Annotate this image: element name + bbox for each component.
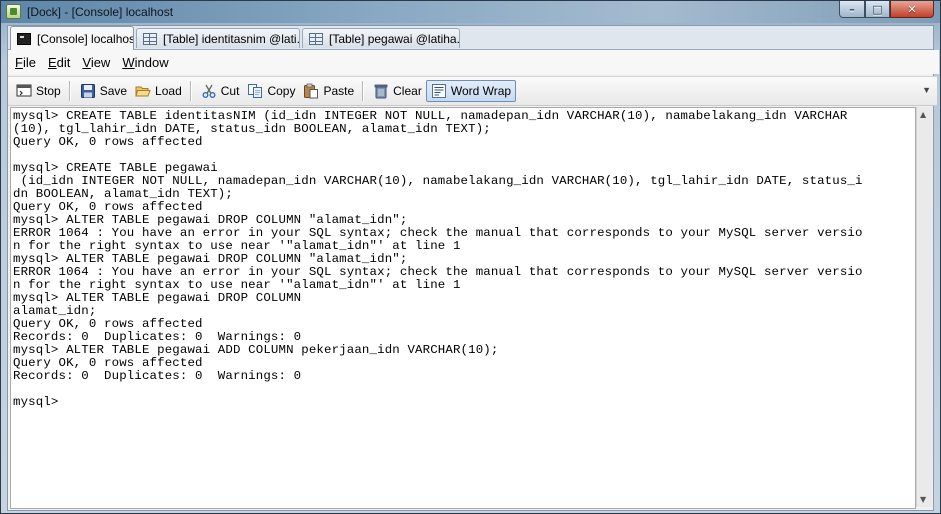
vertical-scrollbar[interactable]: ▲ ▼ (916, 107, 932, 507)
load-label: Load (155, 84, 182, 98)
scroll-down-arrow-icon[interactable]: ▼ (920, 495, 926, 504)
toolbar: Stop Save Load Cut Copy Paste Clear Word… (8, 76, 937, 106)
menu-view[interactable]: View (81, 53, 111, 72)
menu-bar: File Edit View Window (8, 50, 939, 74)
window-frame: [Dock] - [Console] localhost – □ ✕ [Cons… (0, 0, 941, 514)
paste-button[interactable]: Paste (299, 80, 358, 102)
word-wrap-toggle[interactable]: Word Wrap (425, 80, 517, 102)
stop-button[interactable]: Stop (12, 80, 65, 102)
minimize-button[interactable]: – (839, 1, 865, 18)
tab-table-identitasnim[interactable]: [Table] identitasnim @lati... (136, 28, 300, 48)
console-text: mysql> CREATE TABLE identitasNIM (id_idn… (13, 109, 863, 409)
menu-file[interactable]: File (14, 53, 37, 72)
word-wrap-icon (431, 84, 446, 98)
menu-edit[interactable]: Edit (47, 53, 71, 72)
trash-can-icon (374, 84, 388, 99)
dock-client-area: [Console] localhost [Table] identitasnim… (7, 25, 939, 511)
minimize-icon: – (849, 2, 855, 16)
copy-label: Copy (267, 84, 296, 98)
menu-window[interactable]: Window (121, 53, 169, 72)
copy-icon (248, 84, 263, 98)
clear-label: Clear (393, 84, 422, 98)
clipboard-paste-icon (304, 83, 319, 99)
toolbar-separator (189, 81, 191, 101)
table-icon (143, 32, 157, 45)
console-icon (17, 32, 31, 45)
console-output[interactable]: mysql> CREATE TABLE identitasNIM (id_idn… (10, 107, 916, 509)
save-button[interactable]: Save (76, 80, 131, 102)
open-folder-icon (135, 86, 151, 97)
window-controls: – □ ✕ (839, 1, 934, 19)
scroll-up-arrow-icon[interactable]: ▲ (920, 110, 926, 119)
toolbar-overflow-icon[interactable]: ▼ (922, 85, 931, 95)
clear-button[interactable]: Clear (369, 80, 426, 102)
tab-table-pegawai[interactable]: [Table] pegawai @latiha... (302, 28, 460, 48)
cut-button[interactable]: Cut (197, 80, 244, 102)
menu-edit-rest: dit (56, 54, 71, 70)
tab-console-localhost[interactable]: [Console] localhost (10, 26, 134, 50)
stop-label: Stop (36, 84, 61, 98)
menu-file-rest: ile (22, 54, 36, 70)
scissors-cut-icon (202, 84, 216, 98)
menu-view-rest: iew (90, 54, 111, 70)
tab-label: [Table] identitasnim @lati... (163, 31, 300, 46)
menu-view-mnemonic: V (82, 54, 91, 70)
menu-window-mnemonic: W (122, 54, 135, 70)
stop-icon (16, 84, 32, 97)
close-icon: ✕ (907, 2, 917, 16)
copy-button[interactable]: Copy (243, 80, 299, 102)
toolbar-separator (362, 81, 364, 101)
maximize-button[interactable]: □ (865, 1, 890, 18)
word-wrap-label: Word Wrap (450, 84, 512, 98)
tab-label: [Table] pegawai @latiha... (329, 31, 460, 46)
maximize-icon: □ (872, 2, 883, 16)
table-icon (309, 32, 323, 45)
tab-label: [Console] localhost (37, 31, 134, 46)
tab-strip: [Console] localhost [Table] identitasnim… (8, 26, 933, 50)
menu-window-rest: indow (134, 54, 169, 70)
menu-edit-mnemonic: E (47, 54, 57, 70)
floppy-save-icon (80, 84, 95, 98)
title-bar[interactable]: [Dock] - [Console] localhost – □ ✕ (1, 1, 940, 23)
toolbar-separator (68, 81, 70, 101)
save-label: Save (99, 84, 128, 98)
paste-label: Paste (323, 84, 355, 98)
cut-label: Cut (220, 84, 240, 98)
menu-file-mnemonic: F (15, 54, 23, 70)
app-icon (6, 4, 21, 19)
close-button[interactable]: ✕ (890, 1, 934, 18)
load-button[interactable]: Load (131, 80, 186, 102)
window-title: [Dock] - [Console] localhost (27, 5, 174, 19)
